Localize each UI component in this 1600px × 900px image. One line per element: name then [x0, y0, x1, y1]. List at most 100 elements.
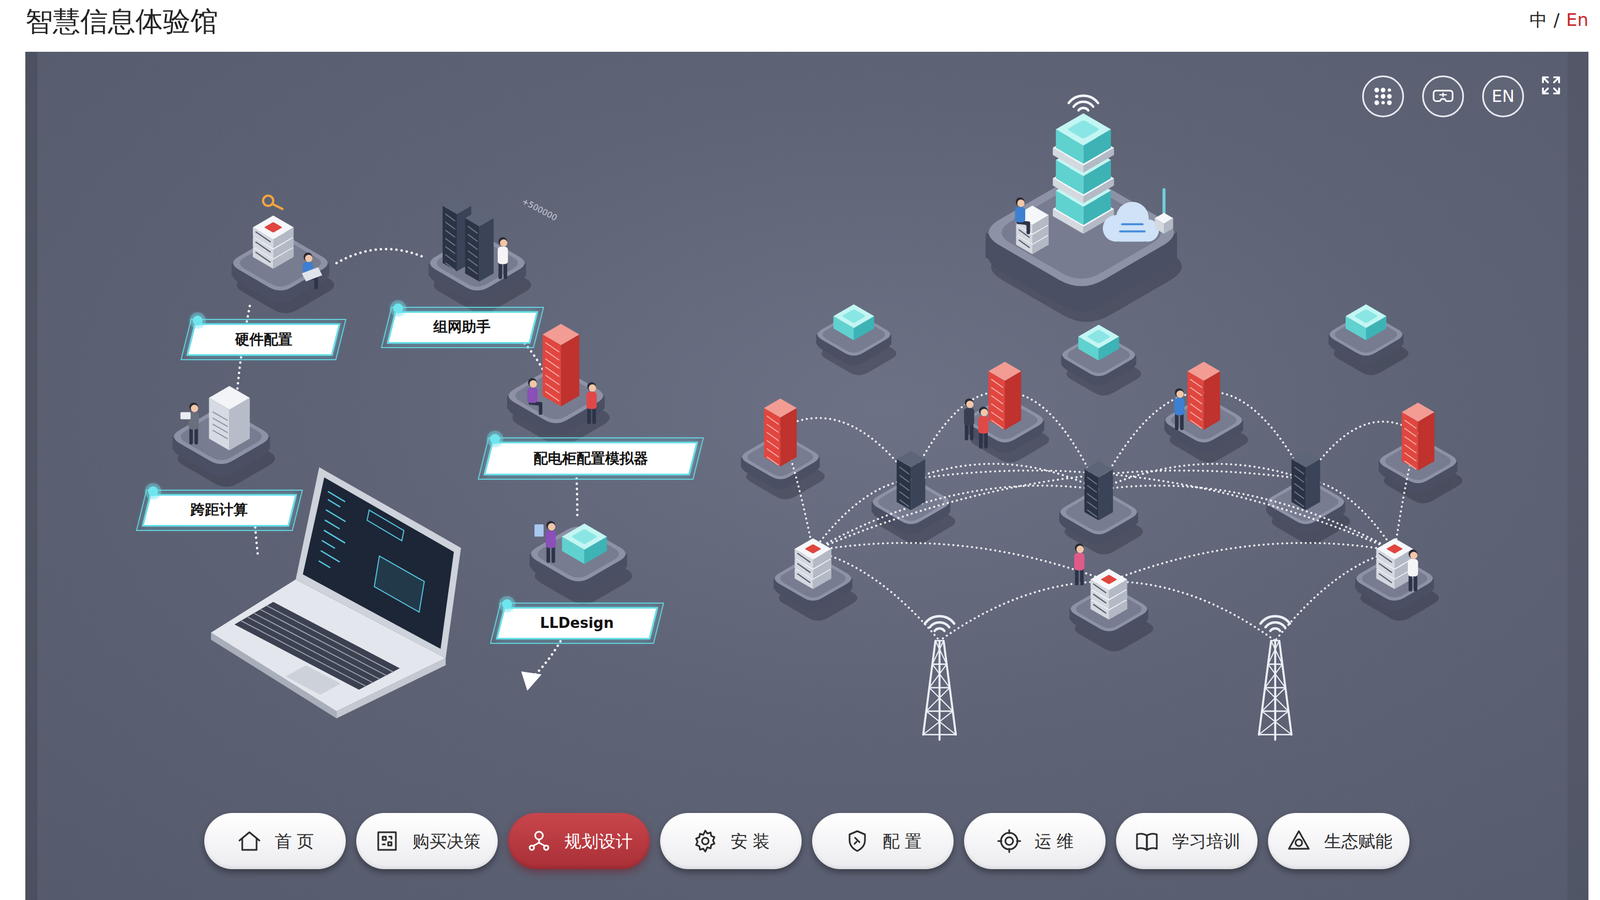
apps-button[interactable] [1362, 75, 1404, 118]
gear-icon [692, 827, 719, 854]
tower-signal [934, 628, 945, 631]
fullscreen-button[interactable] [1538, 73, 1564, 98]
cloud [1119, 230, 1145, 233]
rack-slot [1294, 475, 1304, 482]
tower [1267, 640, 1280, 665]
tool-label[interactable]: 组网助手 [390, 311, 535, 344]
server-slot [1093, 583, 1106, 593]
laptop-screen [302, 477, 454, 649]
server-rack [465, 218, 480, 282]
server-slot [797, 553, 810, 563]
nav-item[interactable]: 规划设计 [508, 812, 650, 869]
laptop [301, 267, 323, 282]
rack-slot [766, 432, 778, 440]
person [1179, 414, 1184, 429]
page-title: 智慧信息体验馆 [25, 4, 219, 40]
power-cabinet [1187, 371, 1205, 430]
tower [938, 640, 941, 740]
screen-panel [374, 555, 425, 612]
rack-slot [1404, 444, 1416, 453]
nav-item[interactable]: 学习培训 [1116, 812, 1258, 869]
edge-module [1354, 309, 1378, 323]
nav-item[interactable]: 运 维 [964, 812, 1106, 869]
tool-label[interactable]: 跨距计算 [145, 493, 293, 527]
rack-slot [1294, 466, 1304, 474]
server-rack [465, 209, 494, 227]
language-button[interactable]: EN [1482, 75, 1525, 118]
person [1076, 545, 1084, 553]
edge-module [842, 309, 865, 323]
rack-slot [899, 499, 910, 507]
tool-label[interactable]: 配电柜配置模拟器 [487, 441, 694, 476]
laptop-trackpad [285, 665, 341, 695]
edge-module [833, 303, 875, 328]
nav-item[interactable]: 生态赋能 [1267, 812, 1410, 869]
nav-label: 安 装 [730, 829, 771, 852]
rack-slot [899, 483, 910, 491]
server-rack [1084, 460, 1114, 478]
tower [1267, 664, 1286, 688]
laptop-screen [295, 466, 461, 658]
tool-label[interactable]: LLDesign [499, 606, 655, 640]
cloud [1122, 222, 1143, 226]
server-rack [896, 458, 912, 510]
tower-signal [924, 616, 955, 624]
fullscreen-icon [1538, 73, 1564, 98]
nav-item[interactable]: 配 置 [812, 812, 954, 869]
person [545, 530, 557, 548]
server-rack [442, 205, 457, 272]
person [194, 428, 198, 443]
tool-dot [490, 433, 500, 444]
code-line [328, 499, 340, 507]
rack-slot [1190, 420, 1202, 428]
tool-dot [502, 599, 513, 609]
edge-module [572, 529, 597, 544]
rack-slot [991, 395, 1003, 404]
power-cabinet [1401, 411, 1419, 471]
server-logo [1101, 574, 1118, 584]
tower [1265, 664, 1283, 688]
rack-slot [445, 221, 455, 229]
purchase-decision-icon [373, 827, 401, 854]
person [499, 239, 508, 247]
tower [1258, 710, 1289, 735]
tower [1271, 639, 1280, 642]
rack-slot [1294, 491, 1304, 499]
nav-item[interactable]: 安 装 [660, 812, 802, 869]
rack-slot [545, 374, 559, 385]
rack-slot [467, 250, 478, 258]
tool-label[interactable]: 硬件配置 [190, 323, 337, 356]
rack-slot [1190, 395, 1202, 404]
power-cabinet [780, 407, 797, 467]
rack-slot [545, 358, 559, 369]
tower [1258, 733, 1292, 736]
language-option[interactable]: 中 [1529, 7, 1548, 33]
code-line [328, 491, 345, 502]
server-rack [1291, 450, 1321, 467]
device [1154, 212, 1173, 223]
tool-text: 硬件配置 [235, 330, 293, 350]
rack-slot [1190, 379, 1202, 388]
rack-slot [766, 456, 778, 465]
connection-line [1108, 581, 1276, 641]
server-rack [1098, 469, 1113, 521]
experience-canvas: 硬件配置 组网助手配电柜配置模拟器跨距计算 LLDesign +500000 EN 首 页… [25, 51, 1589, 900]
tower [929, 686, 950, 689]
code-line [324, 530, 345, 543]
server-unit [1090, 568, 1128, 591]
tool-text: 组网助手 [433, 317, 491, 337]
rack-slot [899, 475, 910, 482]
count-badge: +500000 [519, 196, 559, 223]
nav-item[interactable]: 首 页 [204, 812, 346, 869]
nav-item[interactable]: 购买决策 [356, 812, 498, 869]
cloud [1116, 226, 1148, 242]
vr-button[interactable] [1422, 75, 1465, 118]
rack-slot [1087, 493, 1097, 500]
power-cabinet [1418, 411, 1435, 471]
language-option[interactable]: En [1566, 7, 1589, 33]
rack-slot [991, 403, 1003, 412]
connection-line [911, 470, 1395, 551]
person [964, 407, 975, 426]
planning-icon [525, 827, 553, 854]
nav-label: 生态赋能 [1324, 829, 1393, 852]
